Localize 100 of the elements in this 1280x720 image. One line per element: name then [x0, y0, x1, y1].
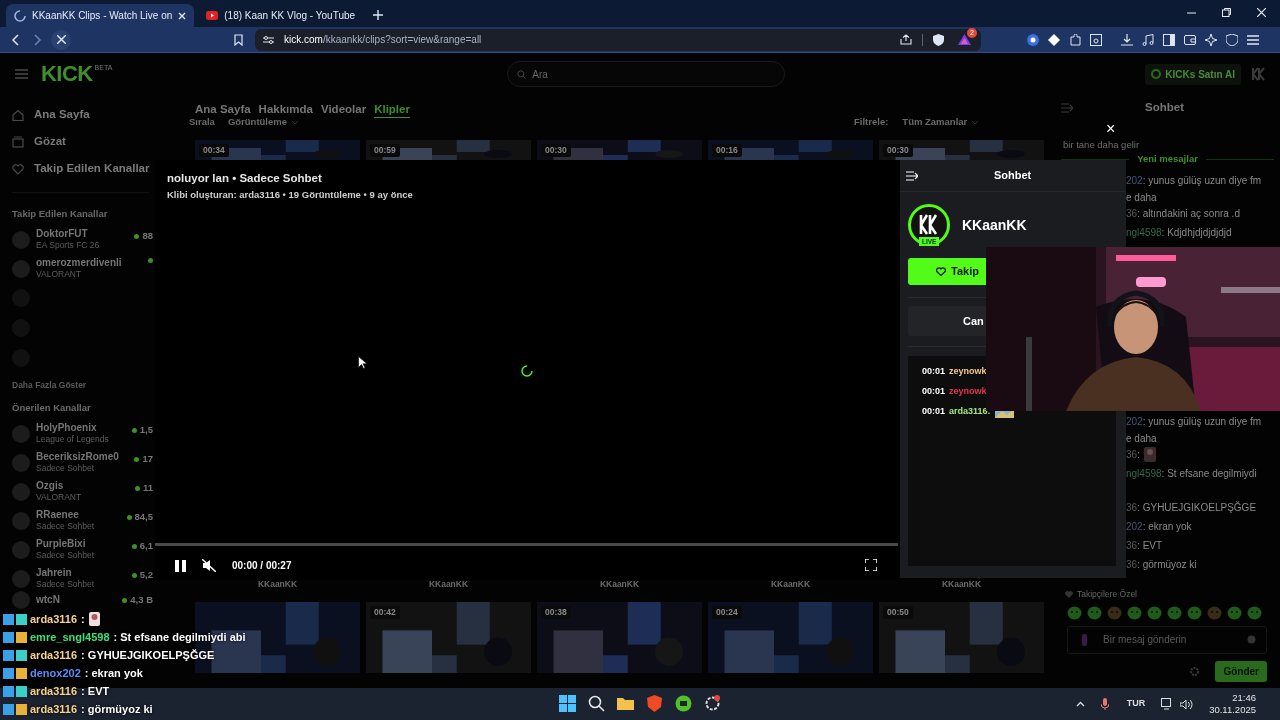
- follow-button[interactable]: Takip: [908, 258, 986, 285]
- heart-icon: [1065, 590, 1073, 598]
- channel-item[interactable]: DoktorFUT EA Sports FC 26 88: [12, 225, 153, 254]
- channel-tab[interactable]: Klipler: [374, 101, 410, 118]
- url-text: kick.com/kkaankk/clips?sort=view&range=all: [284, 33, 483, 47]
- channel-name[interactable]: KKaanKK: [962, 214, 1027, 236]
- channel-item[interactable]: wtcN 4,3 B: [12, 593, 153, 607]
- browser-tab[interactable]: (18) Kaan KK Vlog - YouTube: [198, 4, 364, 27]
- pause-icon[interactable]: [175, 559, 186, 572]
- channel-avatar: [12, 453, 30, 472]
- search-field[interactable]: Ara: [507, 61, 786, 87]
- channel-avatar-icon: [908, 204, 950, 246]
- channel-item[interactable]: omerozmerdivenli VALORANT: [12, 254, 153, 283]
- cursor-icon: [358, 356, 367, 369]
- badge-icon: [3, 649, 27, 661]
- viewer-count: 1,5: [139, 423, 153, 437]
- channel-item[interactable]: RRaenee Sadece Sohbet 84,5: [12, 506, 153, 535]
- channel-tab[interactable]: Hakkımda: [258, 101, 313, 118]
- microphone-icon[interactable]: [1100, 698, 1109, 710]
- chat-message: 36: altındakini aç sonra .d: [1126, 207, 1240, 221]
- close-button[interactable]: ×: [1106, 121, 1116, 137]
- clip-duration: 00:30: [541, 144, 571, 157]
- language-indicator[interactable]: TUR: [1126, 697, 1146, 711]
- extension-icon[interactable]: [1027, 33, 1039, 46]
- clip-channel[interactable]: KKaanKK: [428, 577, 469, 591]
- channel-avatar: [12, 511, 30, 530]
- viewer-count: 88: [142, 229, 153, 243]
- browse-icon: [12, 135, 24, 148]
- nav-item[interactable]: Gözat: [12, 128, 153, 155]
- channel-item[interactable]: HolyPhoenix League of Legends 1,5: [12, 419, 153, 448]
- loading-icon: [14, 9, 26, 22]
- sidebar-icon[interactable]: [1163, 33, 1175, 46]
- folder-icon[interactable]: [617, 695, 634, 712]
- wallet-icon[interactable]: [1184, 33, 1196, 46]
- channel-item[interactable]: Jahrein Sadece Sohbet 5,2: [12, 564, 153, 593]
- badge-icon: [3, 613, 27, 625]
- forward-icon[interactable]: [34, 33, 42, 46]
- channel-tab[interactable]: Videolar: [320, 101, 367, 118]
- download-icon[interactable]: [1121, 33, 1133, 46]
- chat-message: 202: yunus gülüş uzun diye fm: [1126, 174, 1262, 188]
- channel-item[interactable]: PurpleBixi Sadece Sohbet 6,1: [12, 535, 153, 564]
- clip-channel[interactable]: KKaanKK: [257, 577, 298, 591]
- share-icon[interactable]: [900, 34, 912, 45]
- muted-speaker-icon[interactable]: [202, 559, 216, 572]
- channel-item[interactable]: Ozgis VALORANT 11: [12, 477, 153, 506]
- fullscreen-icon[interactable]: [865, 559, 877, 571]
- browser-tab[interactable]: KKaanKK Clips - Watch Live on: [6, 4, 195, 27]
- extension-icon[interactable]: [1048, 33, 1060, 46]
- bookmark-icon[interactable]: [234, 33, 243, 46]
- channel-avatar: [12, 482, 30, 501]
- gear-icon[interactable]: [704, 695, 721, 712]
- channel-avatar: [12, 424, 30, 443]
- heart-icon: [12, 162, 24, 175]
- clock[interactable]: 21:46 30.11.2025: [1209, 692, 1256, 716]
- send-button[interactable]: Gönder: [1215, 660, 1267, 682]
- nav-item[interactable]: Ana Sayfa: [12, 101, 153, 128]
- emote-icon: [87, 611, 101, 627]
- restore-icon[interactable]: [1222, 8, 1231, 17]
- stop-button[interactable]: [51, 29, 71, 50]
- new-tab-icon[interactable]: [373, 10, 384, 20]
- music-icon[interactable]: [1142, 33, 1154, 46]
- sort-dropdown[interactable]: Görüntüleme: [227, 115, 299, 130]
- chat-message: arda3116 : görmüyoz ki: [3, 700, 156, 718]
- nav-item[interactable]: Takip Edilen Kanallar: [12, 155, 153, 182]
- home-icon: [12, 108, 24, 121]
- heart-icon: [936, 267, 946, 276]
- show-more-link[interactable]: Daha Fazla Göster: [12, 379, 153, 393]
- message-input[interactable]: Bir mesaj gönderin: [1067, 625, 1267, 654]
- live-button[interactable]: Can: [908, 306, 986, 336]
- chevron-up-icon[interactable]: [1075, 701, 1085, 707]
- filter-dropdown[interactable]: Tüm Zamanlar: [902, 115, 980, 130]
- progress-track[interactable]: [155, 543, 898, 546]
- filter-label: Filtrele:: [854, 115, 889, 130]
- volume-icon[interactable]: [1180, 698, 1194, 710]
- sparkle-icon[interactable]: [1205, 33, 1217, 46]
- vpn-icon[interactable]: [1226, 33, 1238, 46]
- video-time: 00:00 / 00:27: [232, 559, 292, 573]
- clip-duration: 00:16: [712, 144, 742, 157]
- chevron-down-icon: [291, 120, 299, 125]
- shield-icon[interactable]: [933, 33, 944, 46]
- triangle-icon[interactable]: [958, 34, 971, 45]
- badge-icon: [3, 631, 27, 643]
- viewer-count: 4,3 B: [130, 593, 153, 607]
- chat-message: 36: GYHUEJGIKOELPŞĞGE: [1126, 500, 1257, 515]
- clip-channel[interactable]: KKaanKK: [599, 577, 640, 591]
- channel-tab[interactable]: Ana Sayfa: [195, 101, 251, 118]
- search-icon[interactable]: [588, 695, 605, 712]
- clip-channel[interactable]: KKaanKK: [941, 577, 982, 591]
- window-search-icon[interactable]: [1090, 33, 1102, 46]
- clip-channel[interactable]: KKaanKK: [770, 577, 811, 591]
- buy-kicks-button[interactable]: KICKs Satın Al: [1145, 63, 1241, 85]
- chat-message: 36: EVT: [1126, 539, 1163, 553]
- puzzle-icon[interactable]: [1069, 33, 1081, 46]
- close-icon[interactable]: [1257, 8, 1266, 17]
- app-icon[interactable]: [675, 695, 692, 712]
- channel-item[interactable]: BeceriksizRome0 Sadece Sohbet 17: [12, 448, 153, 477]
- back-icon[interactable]: [11, 33, 19, 46]
- coin-icon: [1151, 69, 1162, 79]
- windows-icon[interactable]: [559, 695, 576, 712]
- clip-duration: 00:34: [199, 144, 229, 157]
